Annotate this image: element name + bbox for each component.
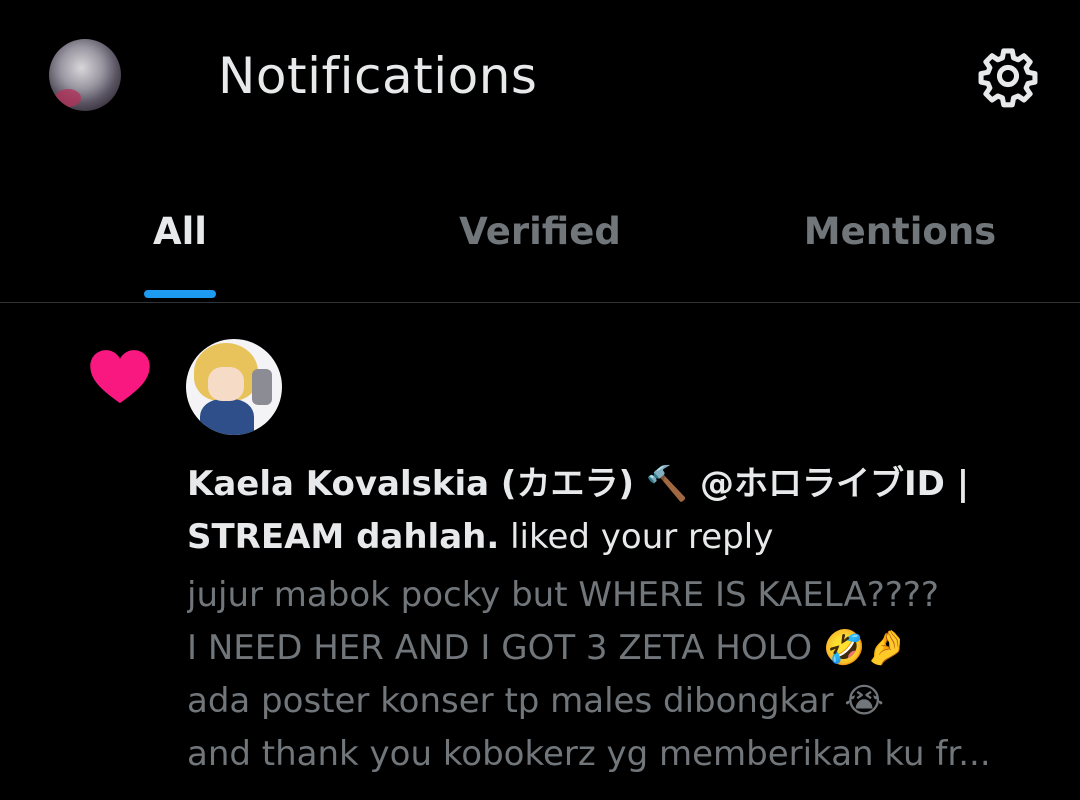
preview-line: and thank you kobokerz yg memberikan ku …	[187, 734, 991, 774]
heart-icon	[90, 350, 150, 404]
top-bar: Notifications	[0, 0, 1080, 160]
tab-all[interactable]: All	[80, 160, 280, 302]
gear-icon	[978, 48, 1038, 108]
tab-verified[interactable]: Verified	[400, 160, 680, 302]
avatar-hammer	[252, 369, 272, 405]
reply-preview[interactable]: jujur mabok pocky but WHERE IS KAELA????…	[187, 569, 1047, 781]
settings-button[interactable]	[972, 40, 1044, 112]
active-tab-indicator	[144, 290, 216, 298]
avatar-body	[200, 399, 254, 435]
preview-line: I NEED HER AND I GOT 3 ZETA HOLO 🤣🤌	[187, 628, 908, 668]
page-title: Notifications	[218, 47, 538, 105]
tab-mentions[interactable]: Mentions	[780, 160, 1020, 302]
preview-line: ada poster konser tp males dibongkar 😭	[187, 681, 884, 721]
notification-item[interactable]: Kaela Kovalskia (カエラ) 🔨 @ホロライブID | STREA…	[0, 303, 1080, 800]
notification-text: Kaela Kovalskia (カエラ) 🔨 @ホロライブID | STREA…	[187, 458, 1037, 564]
notification-action: liked your reply	[499, 517, 774, 557]
profile-avatar[interactable]	[49, 39, 121, 111]
tab-bar: All Verified Mentions	[0, 160, 1080, 303]
avatar-face	[208, 367, 244, 401]
preview-line: jujur mabok pocky but WHERE IS KAELA????	[187, 575, 939, 615]
user-avatar[interactable]	[186, 339, 282, 435]
